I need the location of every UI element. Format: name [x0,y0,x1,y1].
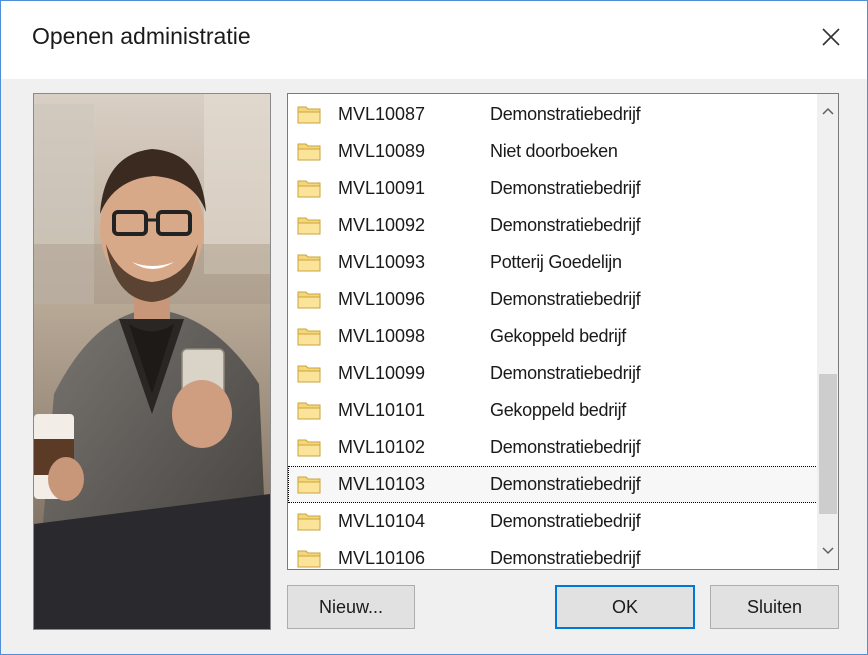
close-dialog-button[interactable]: Sluiten [710,585,839,629]
administration-code: MVL10092 [338,215,426,235]
administration-code: MVL10104 [338,511,426,531]
folder-icon [297,143,321,161]
administration-name: Demonstratiebedrijf [490,548,641,568]
chevron-up-icon [821,107,834,115]
list-item[interactable]: MVL10089 Niet doorboeken [288,133,818,170]
list-item[interactable]: MVL10101 Gekoppeld bedrijf [288,392,818,429]
administration-code: MVL10103 [338,474,426,494]
administration-name: Demonstratiebedrijf [490,511,641,531]
open-administration-dialog: Openen administratie MVL10087 Demonstrat… [0,0,868,655]
folder-icon [297,476,321,494]
administration-code: MVL10091 [338,178,426,198]
folder-icon [297,328,321,346]
administration-name: Demonstratiebedrijf [490,363,641,383]
administration-name: Gekoppeld bedrijf [490,326,626,346]
folder-icon [297,513,321,531]
list-item[interactable]: MVL10106 Demonstratiebedrijf [288,540,818,569]
administration-code: MVL10102 [338,437,426,457]
list-item[interactable]: MVL10096 Demonstratiebedrijf [288,281,818,318]
administration-name: Niet doorboeken [490,141,618,161]
administration-code: MVL10087 [338,104,426,124]
list-item[interactable]: MVL10099 Demonstratiebedrijf [288,355,818,392]
administration-code: MVL10089 [338,141,426,161]
administration-name: Demonstratiebedrijf [490,178,641,198]
administration-code: MVL10096 [338,289,426,309]
folder-icon [297,402,321,420]
folder-icon [297,439,321,457]
vertical-scrollbar[interactable] [817,94,838,569]
list-item[interactable]: MVL10093 Potterij Goedelijn [288,244,818,281]
scroll-down-button[interactable] [817,540,838,562]
list-item[interactable]: MVL10104 Demonstratiebedrijf [288,503,818,540]
scroll-thumb[interactable] [819,374,837,514]
folder-icon [297,254,321,272]
list-item[interactable]: MVL10091 Demonstratiebedrijf [288,170,818,207]
new-button[interactable]: Nieuw... [287,585,415,629]
administration-name: Demonstratiebedrijf [490,289,641,309]
folder-icon [297,217,321,235]
administration-name: Demonstratiebedrijf [490,474,641,494]
decorative-photo [33,93,271,630]
list-item[interactable]: MVL10098 Gekoppeld bedrijf [288,318,818,355]
list-item[interactable]: MVL10092 Demonstratiebedrijf [288,207,818,244]
close-icon [822,28,840,46]
folder-icon [297,291,321,309]
dialog-title: Openen administratie [32,23,251,49]
close-button[interactable] [807,15,855,59]
chevron-down-icon [821,547,834,555]
administration-name: Demonstratiebedrijf [490,437,641,457]
administration-rows: MVL10087 Demonstratiebedrijf MVL10089 Niet … [288,96,818,569]
administration-name: Demonstratiebedrijf [490,104,641,124]
administration-code: MVL10093 [338,252,426,272]
list-item[interactable]: MVL10103 Demonstratiebedrijf [288,466,818,503]
folder-icon [297,106,321,124]
administration-code: MVL10106 [338,548,426,568]
list-item[interactable]: MVL10102 Demonstratiebedrijf [288,429,818,466]
administration-code: MVL10101 [338,400,426,420]
administration-name: Gekoppeld bedrijf [490,400,626,420]
folder-icon [297,365,321,383]
administration-name: Potterij Goedelijn [490,252,622,272]
administration-name: Demonstratiebedrijf [490,215,641,235]
administration-code: MVL10099 [338,363,426,383]
title-bar: Openen administratie [1,1,867,79]
folder-icon [297,180,321,198]
list-item[interactable]: MVL10087 Demonstratiebedrijf [288,96,818,133]
scroll-up-button[interactable] [817,100,838,122]
administration-code: MVL10098 [338,326,426,346]
folder-icon [297,550,321,568]
ok-button[interactable]: OK [555,585,695,629]
administration-list[interactable]: MVL10087 Demonstratiebedrijf MVL10089 Niet … [287,93,839,570]
